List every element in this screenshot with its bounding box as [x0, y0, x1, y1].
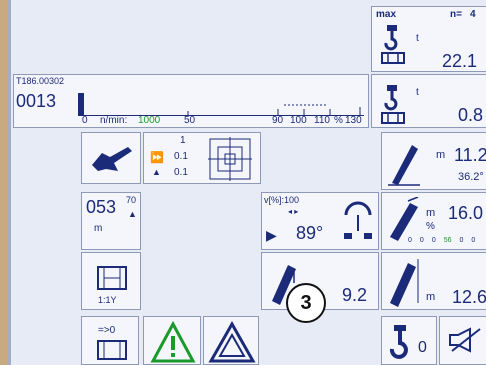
- hazard-button[interactable]: [203, 316, 259, 365]
- drum-icon: [97, 266, 127, 290]
- max-label: max: [376, 9, 397, 20]
- wind-arrows-icon: ◂ ▸: [288, 207, 299, 216]
- position-superscript: 70: [126, 195, 137, 205]
- crane-silhouette-icon: [92, 147, 132, 171]
- reeving-label: 1:1Y: [98, 295, 117, 305]
- drum-reset-button[interactable]: =>0: [81, 316, 139, 365]
- rate-value: 1000: [138, 115, 161, 126]
- boom-unit-m: m: [426, 207, 436, 219]
- crane-display: max n= 4 t 22.1 T186.00302 0013 0 n/min:…: [8, 0, 486, 365]
- boom-scale-5: 0: [471, 237, 476, 244]
- scale-mark-50: 50: [184, 115, 196, 126]
- wind-panel[interactable]: v[%]:100 ◂ ▸ ▶ 89°: [261, 192, 379, 250]
- boom-radius-icon: [388, 145, 420, 186]
- boom-scale-0: 0: [408, 237, 412, 244]
- crane-type-panel[interactable]: [81, 132, 141, 184]
- scale-pct: %: [334, 115, 343, 126]
- n-label: n=: [450, 9, 462, 20]
- scale-zero: 0: [82, 115, 88, 126]
- scale-ticks: [187, 104, 361, 115]
- height-value: 12.6: [452, 287, 486, 307]
- hook-value: 0: [418, 339, 427, 356]
- height-unit: m: [426, 291, 436, 303]
- radius-angle: 36.2°: [458, 171, 484, 183]
- warning-icon: [150, 321, 196, 363]
- counter-value: 0013: [16, 91, 57, 111]
- boom-scale-2: 0: [431, 237, 436, 244]
- scale-mark-110: 110: [314, 115, 330, 126]
- horn-muted-icon: [449, 327, 481, 353]
- max-load-unit: t: [416, 33, 419, 44]
- wind-label: v[%]:100: [264, 195, 300, 205]
- target-icon: [208, 137, 252, 181]
- position-unit: m: [94, 223, 103, 234]
- slew-val1: 1: [180, 135, 186, 146]
- step-badge-number: 3: [300, 291, 312, 314]
- play-icon: ▶: [266, 227, 277, 243]
- hazard-triangle-icon: [208, 321, 256, 363]
- boom-height-icon: [390, 259, 419, 307]
- boom-value: 16.0: [448, 203, 484, 223]
- scale-mark-100: 100: [290, 115, 307, 126]
- reeving-panel[interactable]: 1:1Y: [81, 252, 141, 310]
- ident-code: T186.00302: [16, 76, 65, 86]
- n-value: 4: [470, 9, 476, 20]
- rate-label: n/min:: [100, 115, 128, 126]
- radius-panel[interactable]: m 11.2 36.2°: [381, 132, 486, 190]
- position-value: 053: [86, 197, 117, 217]
- up-triangle-icon: ▲: [128, 209, 137, 219]
- height-panel[interactable]: m 12.6: [381, 252, 486, 310]
- boom-panel[interactable]: m % 16.0 0 0 0 56 0 0: [381, 192, 486, 250]
- counter-panel[interactable]: T186.00302 0013 0 n/min: 1000 50 90 100 …: [13, 74, 369, 128]
- warning-button[interactable]: [143, 316, 201, 365]
- drum-icon: [97, 340, 127, 360]
- radius-unit: m: [436, 149, 446, 161]
- max-load-panel[interactable]: max n= 4 t 22.1: [371, 6, 486, 72]
- anemometer-icon: [344, 201, 372, 239]
- step-badge: 3: [286, 283, 326, 323]
- up-triangle-icon: ▲: [152, 167, 161, 177]
- load-panel-2[interactable]: t 0.8: [371, 74, 486, 128]
- hook-load-icon: [381, 85, 405, 124]
- slew-panel[interactable]: 1 ⏩ 0.1 ▲ 0.1: [143, 132, 261, 184]
- position-panel[interactable]: 053 70 ▲ m: [81, 192, 141, 250]
- drum-reset-label: =>0: [98, 325, 116, 336]
- hook-load-icon: [381, 25, 405, 64]
- max-load-value: 22.1: [442, 51, 478, 71]
- hook-button[interactable]: 0: [381, 316, 437, 365]
- slew-val3: 0.1: [174, 167, 188, 178]
- load2-value: 0.8: [458, 105, 484, 125]
- radius-value: 11.2: [454, 145, 486, 165]
- scale-mark-130: 130: [345, 115, 362, 126]
- scale-bar: [78, 93, 364, 116]
- hook-icon: [389, 325, 408, 359]
- boom-scale-1: 0: [419, 237, 424, 244]
- boom-scale-3: 56: [443, 237, 452, 244]
- boom-unit-pct: %: [426, 221, 435, 232]
- wind-angle: 89°: [296, 223, 324, 243]
- load2-unit: t: [416, 87, 419, 98]
- boom-scale-4: 0: [459, 237, 464, 244]
- slew-val2: 0.1: [174, 151, 188, 162]
- small-load-value: 9.2: [342, 285, 368, 305]
- mute-button[interactable]: [439, 316, 486, 365]
- boom-scale: 0 0 0 56 0 0: [408, 237, 475, 244]
- scale-mark-90: 90: [272, 115, 284, 126]
- fast-forward-icon: ⏩: [150, 152, 164, 164]
- boom-telescope-icon: [390, 197, 419, 241]
